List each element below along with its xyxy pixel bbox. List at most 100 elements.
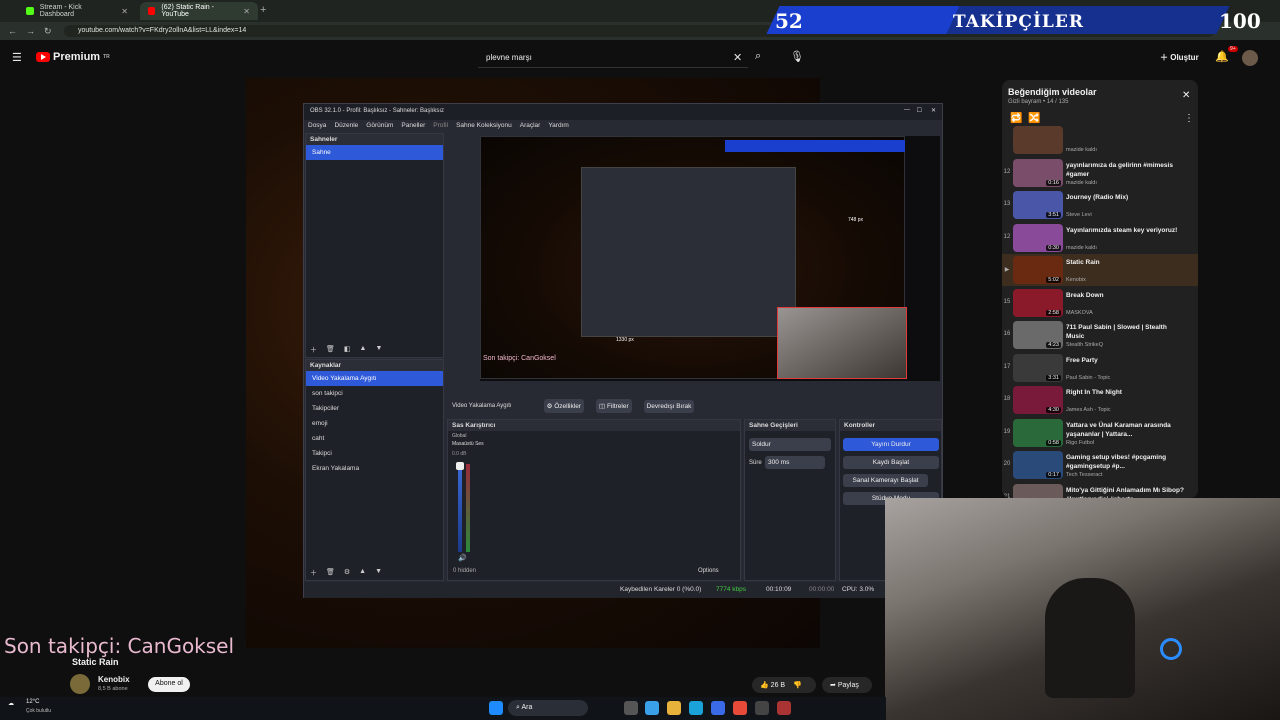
reload-icon[interactable]: ↻ (44, 26, 52, 37)
microphone-icon[interactable]: 🎙 (790, 50, 804, 63)
volume-slider[interactable] (456, 462, 464, 470)
file-explorer-icon[interactable] (667, 701, 681, 715)
source-item[interactable]: Ekran Yakalama (306, 461, 443, 476)
filters-button[interactable]: ◫ Filtreler (595, 399, 632, 413)
playlist-item[interactable]: ▶ 5:02 Static Rain Kenobix (1002, 254, 1198, 286)
source-item[interactable]: caht (306, 431, 443, 446)
properties-button[interactable]: ⚙ Özellikler (543, 399, 584, 413)
obs-icon[interactable] (777, 701, 791, 715)
task-view-icon[interactable] (624, 701, 638, 715)
menu-gorunum[interactable]: Görünüm (366, 122, 393, 130)
source-item[interactable]: Takipci (306, 446, 443, 461)
menu-profil[interactable]: Profil (433, 122, 448, 130)
playlist-item[interactable]: 16 4:23 711 Paul Sabin | Slowed | Stealth … (1002, 319, 1198, 351)
menu-dosya[interactable]: Dosya (308, 122, 326, 130)
playlist-item[interactable]: 19 0:58 Yattara ve Ünal Karaman arasında y… (1002, 417, 1198, 449)
scene-item[interactable]: Sahne (306, 145, 443, 160)
shuffle-icon[interactable]: 🔀 (1028, 113, 1040, 124)
speaker-icon[interactable]: 🔊 (458, 554, 467, 562)
maximize-icon[interactable]: ☐ (917, 107, 922, 114)
playlist-item-title[interactable]: Right In The Night (1066, 388, 1186, 397)
menu-sahne-koleksiyonu[interactable]: Sahne Koleksiyonu (456, 122, 512, 130)
forward-icon[interactable]: → (26, 26, 35, 36)
clear-search-icon[interactable]: ✕ (733, 51, 742, 64)
move-down-icon[interactable]: ▼ (375, 568, 382, 578)
move-up-icon[interactable]: ▲ (360, 345, 367, 355)
source-item[interactable]: Video Yakalama Aygıtı (306, 371, 443, 386)
start-icon[interactable] (489, 701, 503, 715)
playlist-thumbnail[interactable]: 3:51 (1013, 191, 1063, 219)
playlist-item-title[interactable]: Gaming setup vibes! #pcgaming #gamingset… (1066, 453, 1186, 471)
obs-preview[interactable]: 1330 px 748 px Son takipçi: CanGoksel (480, 136, 940, 381)
start-virtual-camera-button[interactable]: Sanal Kamerayı Başlat (843, 474, 928, 487)
playlist-item[interactable]: 15 2:58 Break Down MASKOVA (1002, 287, 1198, 319)
menu-yardim[interactable]: Yardım (548, 122, 568, 130)
playlist-item[interactable]: 13 3:51 Journey (Radio Mix) Steve Levi (1002, 189, 1198, 221)
mixer-channel[interactable]: Masaüstü Ses (452, 441, 484, 447)
playlist-item[interactable]: 12 0:30 Yayınlarımızda steam key veriyoruz… (1002, 222, 1198, 254)
chrome-icon[interactable] (733, 701, 747, 715)
avatar[interactable] (1242, 50, 1258, 66)
source-item[interactable]: Takipciler (306, 401, 443, 416)
source-settings-icon[interactable]: ⚙ (344, 568, 350, 578)
back-icon[interactable]: ← (8, 26, 17, 36)
app-icon[interactable] (755, 701, 769, 715)
tab-youtube[interactable]: (62) Static Rain - YouTube ✕ (140, 2, 258, 20)
source-item[interactable]: emoji (306, 416, 443, 431)
playlist-item[interactable]: mazide kaldı (1002, 124, 1198, 156)
remove-source-icon[interactable]: 🗑 (326, 568, 335, 578)
channel-name[interactable]: Kenobix (98, 675, 130, 684)
duration-input[interactable]: 300 ms (765, 456, 825, 469)
share-button[interactable]: ➦ Paylaş (822, 677, 872, 693)
channel-avatar[interactable] (70, 674, 90, 694)
playlist-thumbnail[interactable]: 5:02 (1013, 256, 1063, 284)
playlist-thumbnail[interactable]: 0:16 (1013, 158, 1063, 187)
store-icon[interactable] (711, 701, 725, 715)
mixer-options-button[interactable]: Options (698, 568, 719, 574)
playlist-thumbnail[interactable]: 1:03 (1013, 483, 1063, 498)
playlist-item-title[interactable]: Yayınlarımızda steam key veriyoruz! (1066, 226, 1186, 235)
playlist-item-title[interactable]: 711 Paul Sabin | Slowed | Stealth Music (1066, 323, 1186, 341)
tab-kick-dashboard[interactable]: Stream - Kick Dashboard ✕ (18, 2, 136, 20)
add-source-icon[interactable]: ＋ (310, 568, 317, 578)
edge-icon[interactable] (689, 701, 703, 715)
transition-select[interactable]: Soldur (749, 438, 831, 451)
playlist-item[interactable]: 20 0:17 Gaming setup vibes! #pcgaming #gam… (1002, 449, 1198, 481)
playlist-item-title[interactable]: Static Rain (1066, 258, 1186, 267)
move-up-icon[interactable]: ▲ (359, 568, 366, 578)
menu-icon[interactable]: ☰ (12, 51, 22, 64)
dislike-icon[interactable]: 👎 (793, 682, 802, 689)
minimize-icon[interactable]: — (904, 107, 910, 113)
like-dislike-group[interactable]: 👍 26 B 👎 (752, 677, 816, 693)
playlist-item-title[interactable]: yayınlarımıza da gelirinn #mimesis #game… (1066, 161, 1186, 179)
playlist-item[interactable]: 18 4:30 Right In The Night James Ash - Topi… (1002, 384, 1198, 416)
playlist-item-title[interactable]: Journey (Radio Mix) (1066, 193, 1186, 202)
taskbar-search[interactable]: ⌕ Ara (508, 700, 588, 716)
menu-duzenle[interactable]: Düzenle (334, 122, 358, 130)
close-icon[interactable]: ✕ (931, 107, 936, 114)
close-playlist-icon[interactable]: ✕ (1182, 90, 1190, 101)
playlist-thumbnail[interactable]: 0:58 (1013, 418, 1063, 447)
subscribe-button[interactable]: Abone ol (148, 677, 190, 692)
close-tab-icon[interactable]: ✕ (243, 7, 250, 16)
create-button[interactable]: ＋ Oluştur (1160, 52, 1199, 63)
search-icon[interactable]: ⌕ (755, 50, 761, 63)
close-tab-icon[interactable]: ✕ (121, 7, 128, 16)
playlist-thumbnail[interactable]: 0:17 (1013, 451, 1063, 479)
more-options-icon[interactable]: ⋮ (1184, 113, 1194, 124)
new-tab-icon[interactable]: + (260, 4, 266, 16)
playlist-thumbnail[interactable]: 4:30 (1013, 386, 1063, 414)
weather-temp[interactable]: 12°C (26, 699, 39, 705)
playlist-thumbnail[interactable]: 2:58 (1013, 288, 1063, 317)
playlist-item-title[interactable]: Mito'ya Gittiğini Anlamadım Mı Sibop? #k… (1066, 486, 1186, 499)
move-down-icon[interactable]: ▼ (375, 345, 382, 355)
start-recording-button[interactable]: Kaydı Başlat (843, 456, 939, 469)
notifications-icon[interactable]: 🔔 (1215, 50, 1229, 63)
add-scene-icon[interactable]: ＋ (310, 345, 317, 355)
loop-icon[interactable]: 🔁 (1010, 113, 1022, 124)
menu-paneller[interactable]: Paneller (401, 122, 425, 130)
like-icon[interactable]: 👍 (760, 682, 769, 689)
stop-stream-button[interactable]: Yayını Durdur (843, 438, 939, 451)
playlist-thumbnail[interactable]: 3:31 (1013, 353, 1063, 382)
playlist-item[interactable]: 12 0:16 yayınlarımıza da gelirinn #mimesis… (1002, 157, 1198, 189)
